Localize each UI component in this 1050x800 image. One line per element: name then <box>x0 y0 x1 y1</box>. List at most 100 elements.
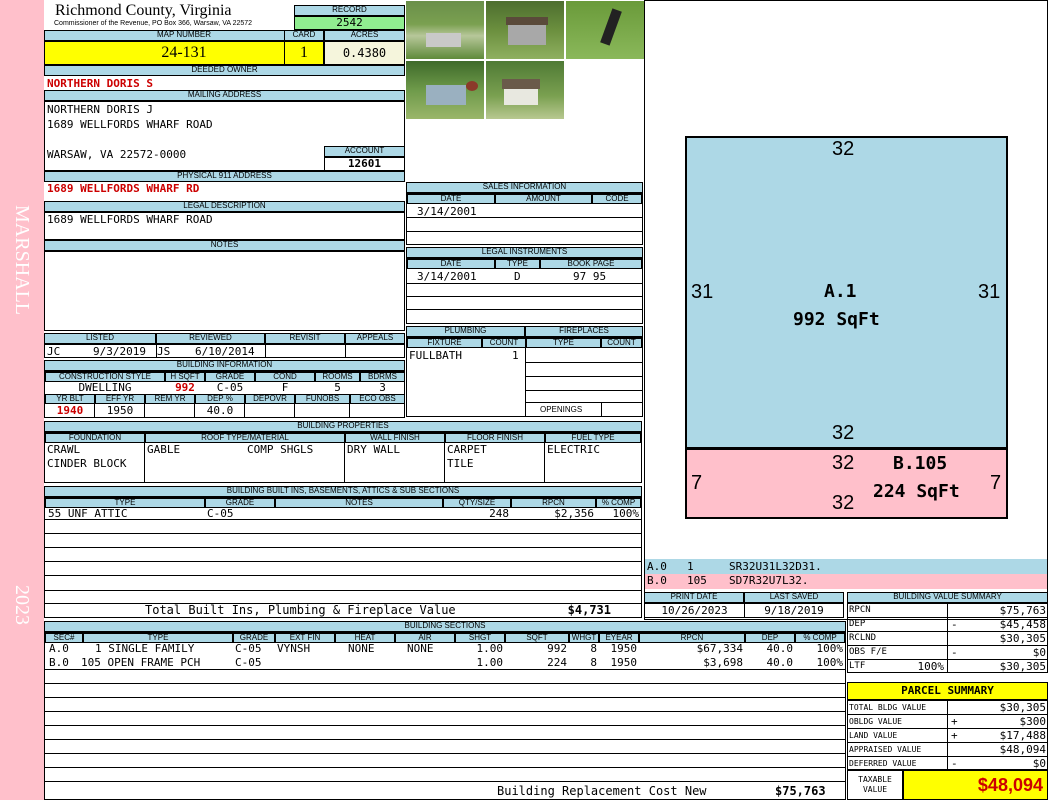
notes-box <box>44 251 405 331</box>
property-photo-5 <box>485 60 565 120</box>
sketch-a-left: 31 <box>691 281 714 303</box>
notes-label: NOTES <box>44 240 405 251</box>
rooms: 5 <box>334 381 341 394</box>
mailing-line-4: WARSAW, VA 22572-0000 <box>47 148 187 161</box>
section-a-whgt: 8 <box>590 642 597 655</box>
account-number: 12601 <box>324 157 405 171</box>
foundation-2: CINDER BLOCK <box>47 457 127 470</box>
appeals-label: APPEALS <box>345 333 405 344</box>
value-summary-label: BUILDING VALUE SUMMARY <box>847 592 1048 603</box>
code-a-path: SR32U31L32D31. <box>729 560 822 573</box>
section-a-heat: NONE <box>348 642 375 655</box>
prop-header-roof: ROOF TYPE/MATERIAL <box>145 433 345 443</box>
print-dates-row: 10/26/2023 9/18/2019 <box>644 603 844 618</box>
sales-table: DATE AMOUNT CODE 3/14/2001 <box>406 193 643 245</box>
account-label: ACCOUNT <box>324 146 405 157</box>
tax-year: 2023 <box>11 585 33 625</box>
roof-type: GABLE <box>147 443 181 456</box>
mailing-line-2: 1689 WELLFORDS WHARF ROAD <box>47 118 213 131</box>
li-header-bookpage: BOOK PAGE <box>540 259 642 269</box>
legal-instruments-label: LEGAL INSTRUMENTS <box>406 247 643 258</box>
property-photo-4 <box>405 60 485 120</box>
legal-description-label: LEGAL DESCRIPTION <box>44 201 405 212</box>
section-a-shgt: 1.00 <box>476 642 504 655</box>
print-date: 10/26/2023 <box>661 604 728 617</box>
section-b-sqft: 224 <box>547 656 567 669</box>
property-photo-2 <box>485 0 565 60</box>
property-photo-1 <box>405 0 485 60</box>
mailing-line-1: NORTHERN DORIS J <box>47 103 153 116</box>
sidebar: MARSHALL 2023 <box>0 0 44 800</box>
record-number: 2542 <box>294 16 405 30</box>
prop-header-wall: WALL FINISH <box>345 433 445 443</box>
listed-date: 9/3/2019 <box>93 345 146 358</box>
bt-header-notes: NOTES <box>275 498 443 508</box>
effective-year: 1950 <box>106 404 134 417</box>
plumbing-label: PLUMBING <box>406 326 525 337</box>
sketch-b-left: 7 <box>691 472 703 494</box>
vs-label-1: DEP <box>849 619 866 629</box>
builtins-total-label: Total Built Ins, Plumbing & Fireplace Va… <box>145 603 456 617</box>
code-b-sec: B.0 <box>647 574 667 587</box>
condition: F <box>281 381 289 394</box>
section-b-id: B.0 <box>49 656 69 669</box>
sketch-b-label: B.105 <box>893 453 948 474</box>
vs-label-2: RCLND <box>849 633 877 643</box>
legal-description-box: 1689 WELLFORDS WHARF ROAD <box>44 212 405 240</box>
construction-style: DWELLING <box>78 381 132 394</box>
section-a-grade: C-05 <box>235 642 262 655</box>
fireplaces-label: FIREPLACES <box>525 326 643 337</box>
bi2-header-3: DEP % <box>195 394 245 404</box>
acres-value: 0.4380 <box>324 41 405 65</box>
taxable-value-label: TAXABLE VALUE <box>847 770 903 800</box>
builtins-table: TYPE GRADE NOTES QTY/SIZE RPCN % COMP 55… <box>44 497 642 618</box>
code-b-type: 105 <box>687 574 707 587</box>
floor-finish-1: CARPET <box>447 443 487 456</box>
sketch-panel: 32 31 31 32 A.1 992 SqFt 32 7 7 32 B.105… <box>644 0 1048 620</box>
wall-finish: DRY WALL <box>347 443 400 456</box>
sketch-b-area: 224 SqFt <box>873 481 960 502</box>
plumbing-header-count: COUNT <box>482 338 526 348</box>
sketch-b-bottom: 32 <box>832 492 855 514</box>
plumbing-fixture: FULLBATH <box>409 349 462 362</box>
ps-value-0: $30,305 <box>999 701 1046 714</box>
last-saved-label: LAST SAVED <box>744 592 844 603</box>
reviewed-date: 6/10/2014 <box>195 345 255 358</box>
roof-material: COMP SHGLS <box>247 443 314 456</box>
section-a-eyear: 1950 <box>610 642 638 655</box>
year-built: 1940 <box>56 404 84 417</box>
bi2-header-6: ECO OBS <box>350 394 405 404</box>
plumbing-header-fixture: FIXTURE <box>407 338 482 348</box>
bi2-header-0: YR BLT <box>45 394 95 404</box>
legal-instruments-table: DATE TYPE BOOK PAGE 3/14/2001 D 97 95 <box>406 258 643 324</box>
physical-address: 1689 WELLFORDS WHARF RD <box>47 182 200 195</box>
vs-value-4: $30,305 <box>999 660 1046 673</box>
building-properties-label: BUILDING PROPERTIES <box>44 421 642 432</box>
map-number-label: MAP NUMBER <box>44 30 324 41</box>
vs-value-0: $75,763 <box>999 604 1046 617</box>
physical-address-label: PHYSICAL 911 ADDRESS <box>44 171 405 182</box>
replacement-cost: $75,763 <box>775 784 826 798</box>
instrument-date: 3/14/2001 <box>417 270 477 283</box>
listed-label: LISTED <box>44 333 156 344</box>
bi2-header-5: FUNOBS <box>295 394 350 404</box>
owner-surname: MARSHALL <box>11 204 33 315</box>
building-information-table: CONSTRUCTION STYLE H SQFT GRADE COND ROO… <box>44 371 405 418</box>
section-a-sqft: 992 <box>547 642 567 655</box>
bi2-header-2: REM YR <box>145 394 195 404</box>
section-b-grade: C-05 <box>235 656 262 669</box>
section-b-whgt: 8 <box>590 656 597 669</box>
ps-label-1: OBLDG VALUE <box>849 717 902 726</box>
parcel-summary-table: TOTAL BLDG VALUE $30,305 OBLDG VALUE + $… <box>847 700 1048 770</box>
vs-ltf-pct: 100% <box>917 660 945 673</box>
county-title: Richmond County, Virginia <box>55 2 232 19</box>
record-label: RECORD <box>294 5 405 16</box>
review-row: JC 9/3/2019 JS 6/10/2014 <box>44 344 405 358</box>
deeded-owner-label: DEEDED OWNER <box>44 65 405 76</box>
li-header-type: TYPE <box>495 259 540 269</box>
section-a-id: A.0 <box>49 642 69 655</box>
section-a-air: NONE <box>407 642 434 655</box>
ps-label-2: LAND VALUE <box>849 731 898 740</box>
builtins-label: BUILDING BUILT INS, BASEMENTS, ATTICS & … <box>44 486 642 497</box>
code-b-path: SD7R32U7L32. <box>729 574 809 587</box>
